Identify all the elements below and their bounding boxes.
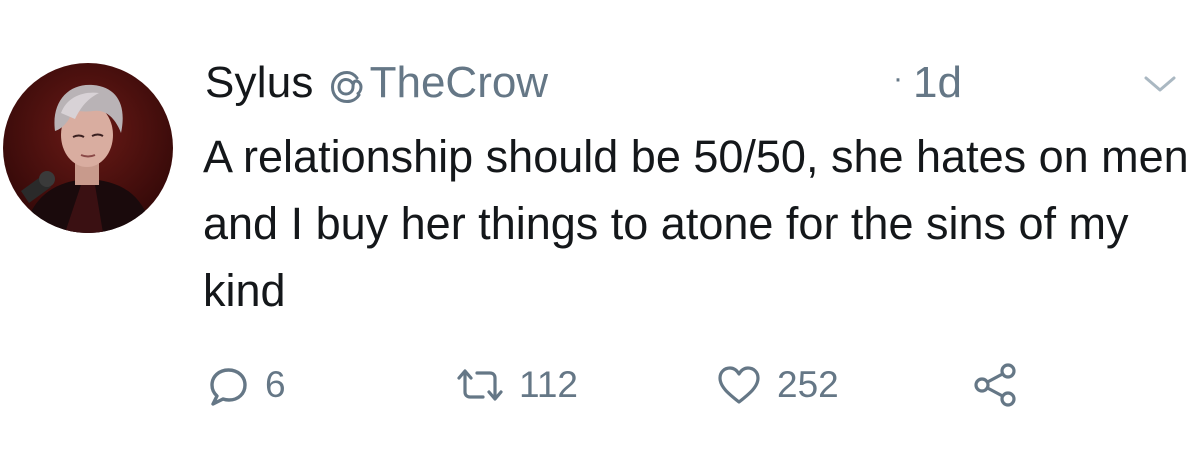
avatar[interactable]	[3, 63, 173, 233]
timestamp-text: 1d	[913, 58, 962, 107]
timestamp-separator: ·	[893, 62, 903, 95]
tweet-header: Sylus TheCrow	[205, 53, 548, 113]
timestamp[interactable]: · 1d	[893, 53, 962, 113]
chevron-down-icon[interactable]	[1140, 68, 1180, 98]
threads-at-icon	[328, 67, 366, 105]
like-count: 252	[777, 364, 839, 405]
heart-icon	[715, 362, 763, 408]
display-name[interactable]: Sylus	[205, 58, 314, 108]
retweet-count: 112	[519, 364, 578, 405]
tweet-actions: 6 112 252	[205, 355, 1105, 415]
share-icon	[970, 360, 1020, 410]
user-handle[interactable]: TheCrow	[328, 58, 549, 108]
reply-button[interactable]: 6	[205, 355, 286, 415]
tweet-card[interactable]: Sylus TheCrow · 1d A relationship should…	[0, 0, 1200, 457]
reply-icon	[205, 362, 251, 408]
retweet-icon	[455, 362, 505, 408]
tweet-text: A relationship should be 50/50, she hate…	[203, 131, 1189, 316]
handle-text: TheCrow	[369, 58, 549, 107]
share-button[interactable]	[970, 355, 1020, 415]
like-button[interactable]: 252	[715, 355, 839, 415]
reply-count: 6	[265, 364, 286, 405]
retweet-button[interactable]: 112	[455, 355, 578, 415]
